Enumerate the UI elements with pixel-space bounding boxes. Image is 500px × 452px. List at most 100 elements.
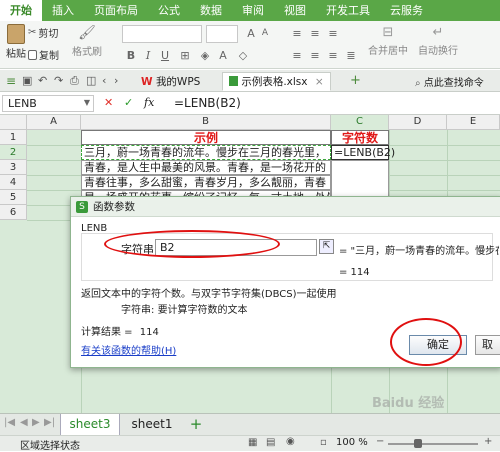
name-box-value: LENB bbox=[8, 97, 37, 110]
preview-icon[interactable]: ◫ bbox=[86, 74, 96, 87]
tab-developer[interactable]: 开发工具 bbox=[316, 0, 380, 21]
dialog-title-bar[interactable]: S 函数参数 bbox=[71, 197, 500, 217]
tab-cloud[interactable]: 云服务 bbox=[380, 0, 433, 21]
formula-bar: LENB ▼ ✕ ✓ fx =LENB(B2) bbox=[0, 93, 500, 115]
copy-button[interactable]: 复制 bbox=[28, 47, 59, 62]
menu-icon[interactable]: ≡ bbox=[6, 74, 16, 88]
tab-data[interactable]: 数据 bbox=[190, 0, 232, 21]
border-icon[interactable]: ⊞ bbox=[178, 49, 192, 62]
command-search[interactable]: ⌕ 点此查找命令 bbox=[415, 74, 484, 89]
align-center-icon[interactable]: ≡ bbox=[308, 49, 322, 62]
save-icon[interactable]: ▣ bbox=[22, 74, 32, 87]
col-header-b[interactable]: B bbox=[81, 115, 331, 130]
distributed-icon[interactable]: ≣ bbox=[344, 49, 358, 62]
zoom-out-icon[interactable]: ▫ bbox=[320, 437, 327, 448]
undo-icon[interactable]: ↶ bbox=[38, 74, 47, 87]
tab-view[interactable]: 视图 bbox=[274, 0, 316, 21]
cancel-formula-icon[interactable]: ✕ bbox=[104, 96, 113, 109]
align-middle-icon[interactable]: ≡ bbox=[308, 27, 322, 40]
font-color-icon[interactable]: A bbox=[216, 49, 230, 62]
name-box[interactable]: LENB ▼ bbox=[2, 95, 94, 112]
cell-c1[interactable]: 字符数 bbox=[331, 130, 389, 145]
align-left-icon[interactable]: ≡ bbox=[290, 49, 304, 62]
bold-icon[interactable]: B bbox=[124, 49, 138, 62]
annotation-oval-ok bbox=[390, 318, 462, 366]
clear-icon[interactable]: ◇ bbox=[236, 49, 250, 62]
fill-color-icon[interactable]: ◈ bbox=[198, 49, 212, 62]
calculation-result-label: 计算结果 = bbox=[81, 327, 133, 338]
sheet-tab-sheet1[interactable]: sheet1 bbox=[122, 414, 182, 435]
zoom-plus-icon[interactable]: + bbox=[484, 436, 492, 447]
select-all-corner[interactable] bbox=[0, 115, 27, 130]
nav-forward-icon[interactable]: › bbox=[114, 74, 118, 87]
command-search-label: 点此查找命令 bbox=[423, 78, 484, 89]
zoom-slider-track[interactable] bbox=[388, 443, 478, 445]
col-header-e[interactable]: E bbox=[447, 115, 500, 130]
sheet-tab-sheet3[interactable]: sheet3 bbox=[60, 414, 120, 435]
merge-center-button[interactable]: ⊟ 合并居中 bbox=[368, 25, 408, 57]
row-header-3[interactable]: 3 bbox=[0, 160, 27, 175]
cell-b2[interactable]: 三月，蔚一场青春的流年。慢步在三月的春光里， bbox=[81, 145, 331, 160]
align-right-icon[interactable]: ≡ bbox=[326, 49, 340, 62]
row-header-1[interactable]: 1 bbox=[0, 130, 27, 145]
cell-b3[interactable]: 青春，是人生中最美的风景。青春，是一场花开的 bbox=[81, 160, 331, 175]
calculation-result: 计算结果 = 114 bbox=[81, 323, 159, 338]
col-header-a[interactable]: A bbox=[27, 115, 81, 130]
tab-insert[interactable]: 插入 bbox=[42, 0, 84, 21]
tab-review[interactable]: 审阅 bbox=[232, 0, 274, 21]
formula-input[interactable]: =LENB(B2) bbox=[174, 96, 241, 110]
tab-close-icon[interactable]: × bbox=[315, 76, 324, 88]
chevron-down-icon: ▼ bbox=[83, 98, 90, 107]
tab-formulas[interactable]: 公式 bbox=[148, 0, 190, 21]
font-shrink-icon[interactable]: A bbox=[258, 28, 272, 38]
cut-button[interactable]: ✂ 剪切 bbox=[28, 25, 58, 40]
normal-view-icon[interactable]: ▦ bbox=[248, 437, 257, 448]
cell-b4[interactable]: 青春往事，多么甜蜜，青春岁月，多么靓丽，青春 bbox=[81, 175, 331, 190]
cell-b1[interactable]: 示例 bbox=[81, 130, 331, 145]
add-sheet-button[interactable]: + bbox=[186, 414, 206, 435]
tab-page-layout[interactable]: 页面布局 bbox=[84, 0, 148, 21]
last-sheet-icon[interactable]: ▶| bbox=[44, 417, 55, 428]
zoom-minus-icon[interactable]: − bbox=[376, 436, 384, 447]
nav-back-icon[interactable]: ‹ bbox=[102, 74, 106, 87]
col-header-c[interactable]: C bbox=[331, 115, 389, 130]
calculation-result-value: 114 bbox=[139, 327, 159, 338]
font-name-select[interactable] bbox=[122, 25, 202, 43]
font-size-select[interactable] bbox=[206, 25, 238, 43]
col-header-d[interactable]: D bbox=[389, 115, 447, 130]
tab-example-xlsx[interactable]: 示例表格.xlsx × bbox=[222, 72, 331, 91]
next-sheet-icon[interactable]: ▶ bbox=[32, 417, 40, 428]
align-bottom-icon[interactable]: ≡ bbox=[326, 27, 340, 40]
paste-label: 粘贴 bbox=[6, 49, 26, 60]
paste-button[interactable]: 粘贴 bbox=[6, 24, 26, 60]
underline-icon[interactable]: U bbox=[158, 49, 172, 62]
format-painter-button[interactable]: 🖌 格式刷 bbox=[72, 25, 102, 58]
first-sheet-icon[interactable]: |◀ bbox=[4, 417, 15, 428]
collapse-dialog-icon[interactable]: ⇱ bbox=[319, 239, 334, 254]
row-header-6[interactable]: 6 bbox=[0, 205, 27, 220]
wrap-icon: ↵ bbox=[432, 25, 444, 40]
print-icon[interactable]: ⎙ bbox=[70, 74, 79, 88]
tab-home[interactable]: 开始 bbox=[0, 0, 42, 21]
page-layout-icon[interactable]: ▤ bbox=[266, 437, 275, 448]
argument-description: 字符串: 要计算字符数的文本 bbox=[121, 301, 248, 316]
new-tab-icon[interactable]: + bbox=[350, 73, 361, 88]
insert-function-icon[interactable]: fx bbox=[144, 96, 154, 109]
cancel-button[interactable]: 取 bbox=[475, 335, 500, 355]
prev-sheet-icon[interactable]: ◀ bbox=[20, 417, 28, 428]
zoom-slider-handle[interactable] bbox=[414, 439, 422, 448]
row-header-4[interactable]: 4 bbox=[0, 175, 27, 190]
row-header-2[interactable]: 2 bbox=[0, 145, 27, 160]
function-help-link[interactable]: 有关该函数的帮助(H) bbox=[81, 342, 176, 357]
italic-icon[interactable]: I bbox=[141, 49, 155, 62]
align-top-icon[interactable]: ≡ bbox=[290, 27, 304, 40]
tab-my-wps[interactable]: W 我的WPS bbox=[134, 72, 207, 91]
row-header-5[interactable]: 5 bbox=[0, 190, 27, 205]
font-grow-icon[interactable]: A bbox=[244, 27, 258, 40]
redo-icon[interactable]: ↷ bbox=[54, 74, 63, 87]
wrap-text-button[interactable]: ↵ 自动换行 bbox=[418, 25, 458, 57]
merge-center-label: 合并居中 bbox=[368, 46, 408, 57]
confirm-formula-icon[interactable]: ✓ bbox=[124, 96, 133, 109]
eye-protect-icon[interactable]: ◉ bbox=[286, 436, 295, 447]
cell-c2[interactable]: =LENB(B2) bbox=[331, 145, 395, 160]
